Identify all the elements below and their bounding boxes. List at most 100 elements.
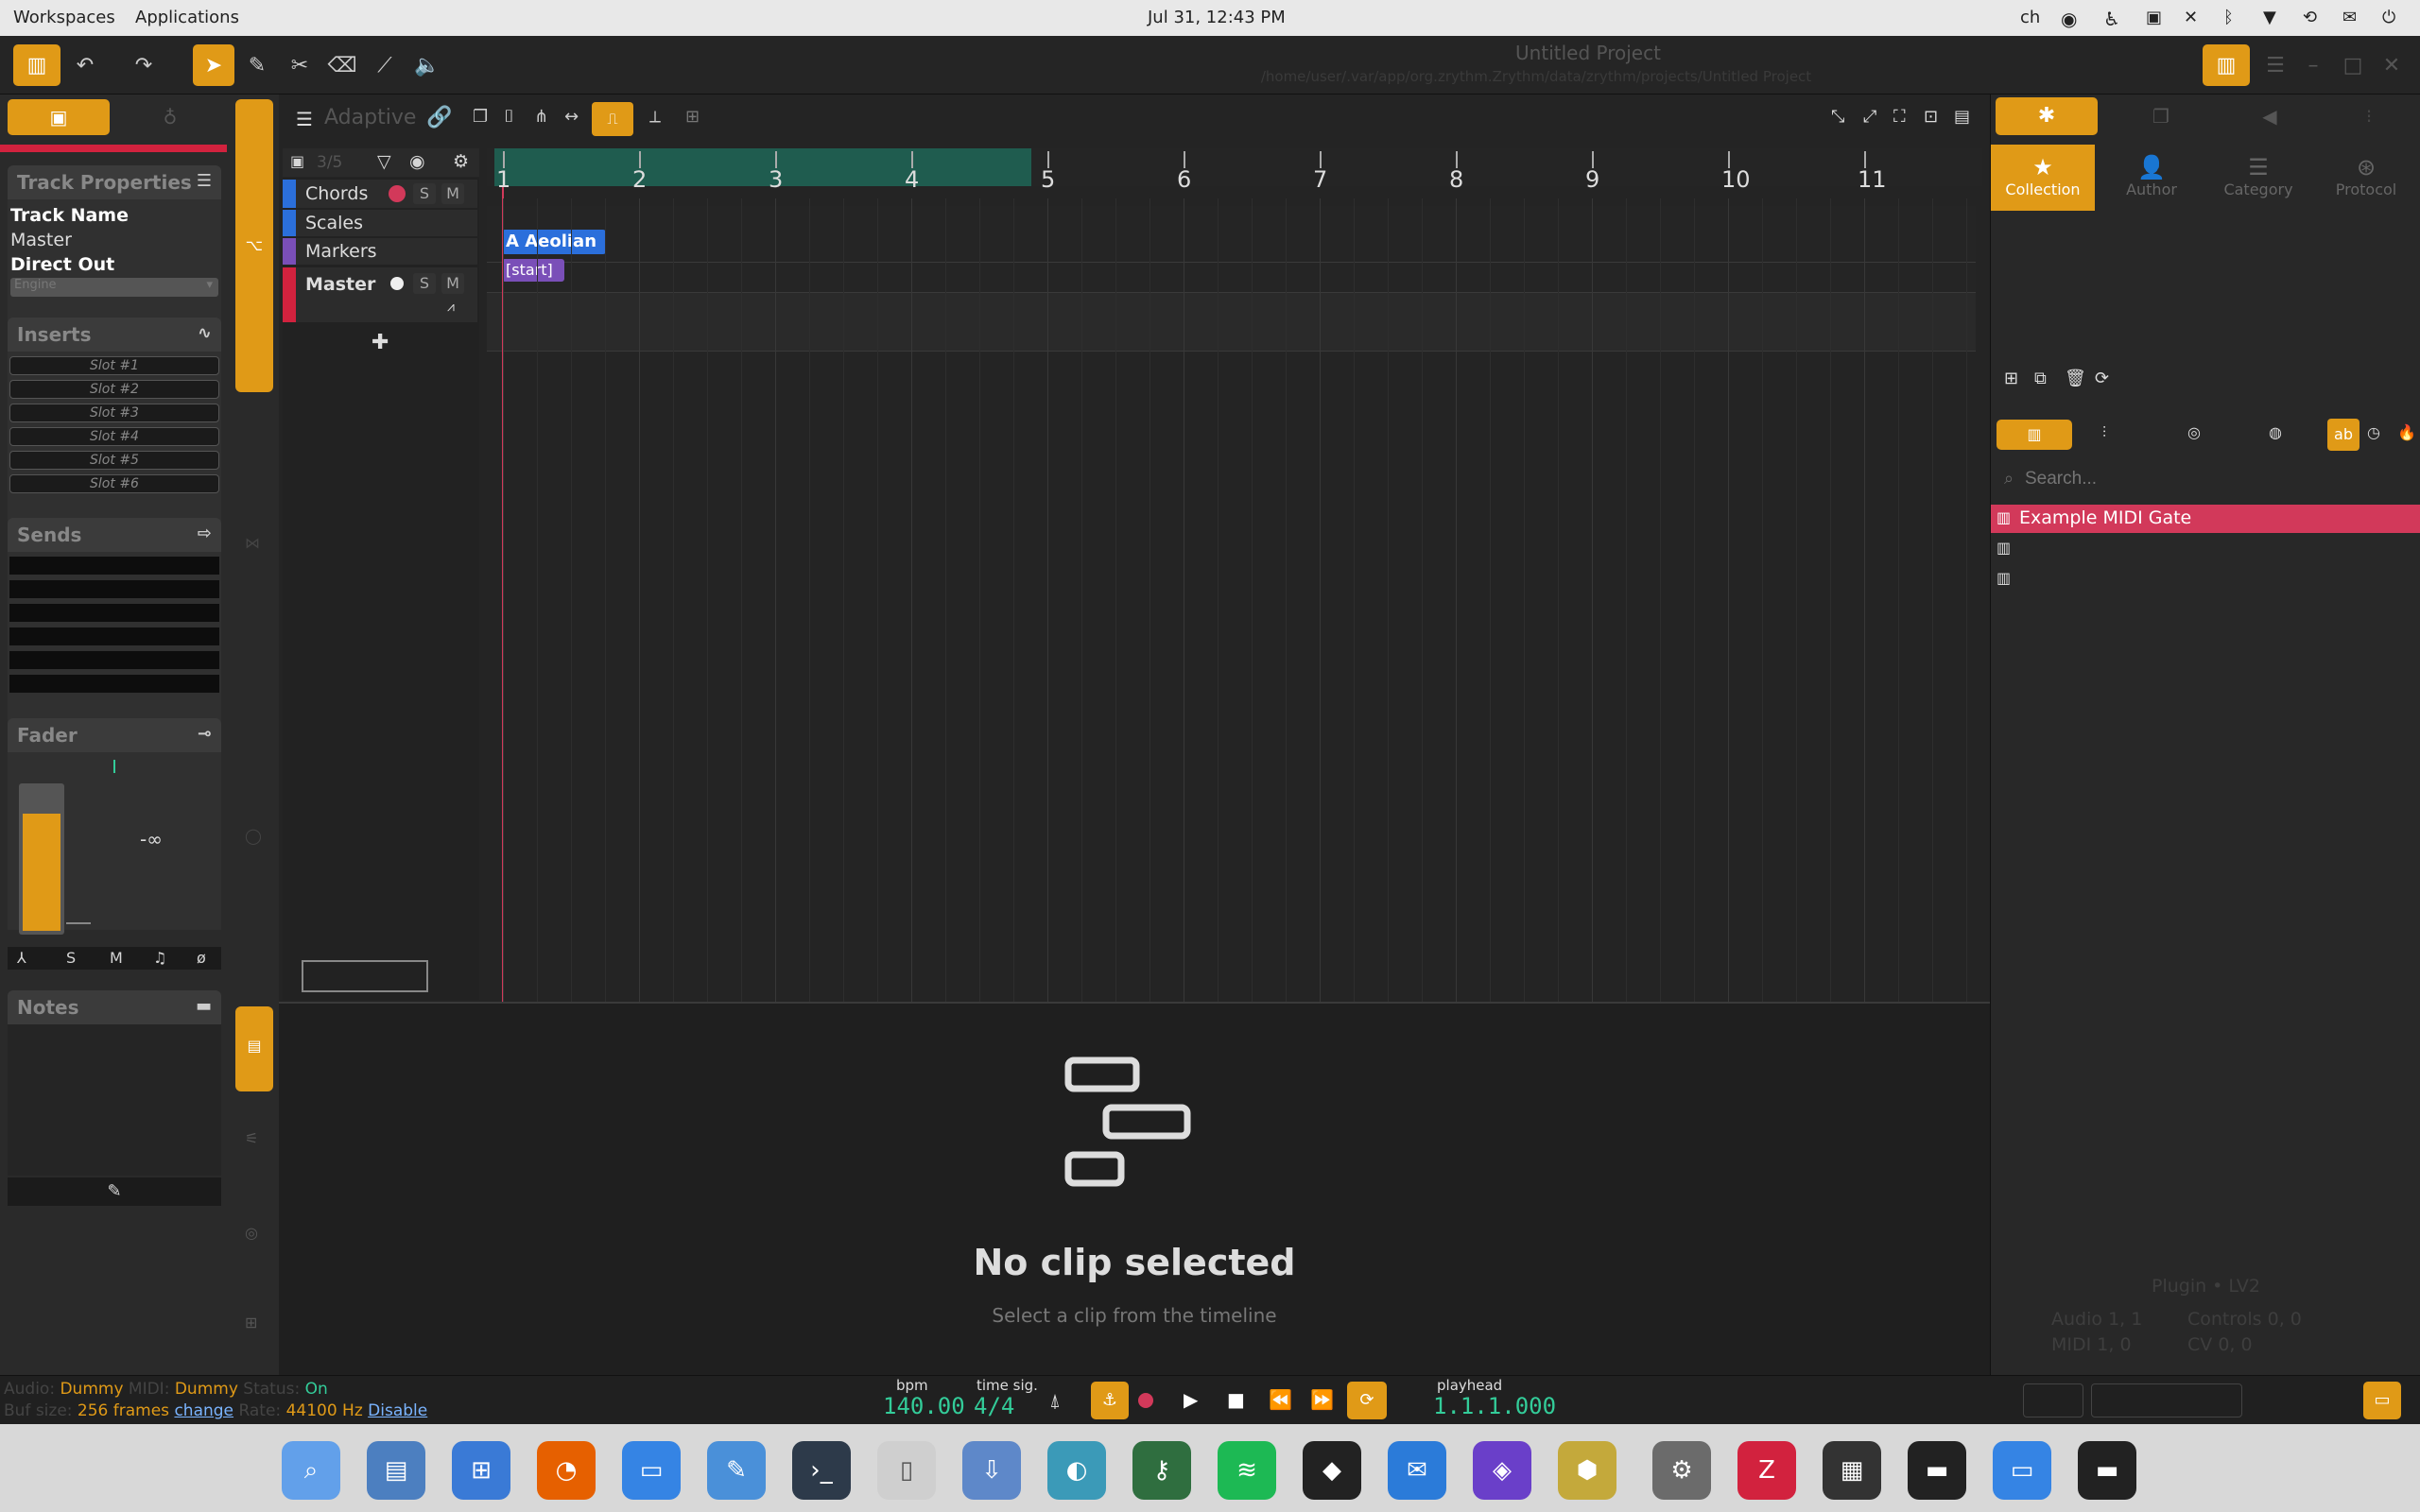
firefox-icon[interactable]: ◔ [537,1441,596,1500]
toggle-bottom-panel-icon[interactable]: ▭ [2363,1382,2401,1419]
add-track-icon[interactable]: ✚ [372,331,389,354]
notifications-muted-icon[interactable]: ✕ [2184,8,2198,27]
power-icon[interactable]: ⏻ [2382,8,2395,27]
tab-protocol[interactable]: ⊛ Protocol [2314,145,2418,211]
playhead-display[interactable]: 1.1.1.000 [1433,1393,1556,1419]
track-inspector-tab-icon[interactable]: ▣ [8,99,110,135]
track-name-value[interactable]: Master [10,230,72,250]
applications-menu[interactable]: Applications [135,8,239,27]
automation-icon[interactable]: ⩘ [447,300,455,315]
insert-slot[interactable]: Slot #1 [9,356,219,375]
eye-icon[interactable]: ◉ [409,151,425,172]
grid-view-icon[interactable]: ⊞ [685,107,700,127]
loop-range[interactable] [494,148,1031,186]
keepassxc-icon[interactable]: ⚷ [1132,1441,1191,1500]
send-slot[interactable] [9,627,219,645]
send-slot[interactable] [9,604,219,622]
document-icon[interactable]: ▯ [877,1441,936,1500]
ruler-icon[interactable]: ⟂ [649,107,661,127]
direct-out-select[interactable]: Engine ▾ [10,278,218,297]
minimap[interactable] [302,960,428,992]
send-slot[interactable] [9,651,219,669]
record-arm-button[interactable]: ⅄ [17,949,26,967]
redo-icon[interactable]: ↷ [123,44,164,86]
pan-indicator[interactable] [113,760,115,773]
text-view-icon[interactable]: ab [2327,419,2360,451]
filter-icon[interactable]: ▽ [377,151,391,172]
edit-notes-button[interactable]: ✎ [8,1177,221,1206]
window-thumbnail-icon[interactable]: ▬ [1908,1441,1966,1500]
rewind-icon[interactable]: ⏪ [1269,1388,1292,1411]
record-button[interactable] [1138,1393,1153,1408]
monitor-tab-icon[interactable]: ◀ [2222,97,2317,135]
app-grid-icon[interactable]: ⊞ [452,1441,510,1500]
zrythm-icon[interactable]: Z [1737,1441,1796,1500]
cube-app-icon[interactable]: ◆ [1303,1441,1361,1500]
copy-icon[interactable]: ❐ [473,107,488,127]
select-tool-icon[interactable]: ➤ [193,44,234,86]
workspaces-menu[interactable]: Workspaces [13,8,115,27]
ramp-tool-icon[interactable]: ⟋ [364,44,406,86]
window-thumbnail-icon[interactable]: ▭ [1993,1441,2051,1500]
eraser-tool-icon[interactable]: ⌫ [321,44,363,86]
plugin-list-item[interactable]: ▥ [1996,569,2011,587]
disable-engine-link[interactable]: Disable [368,1401,427,1420]
plugin-inspector-tab-icon[interactable]: ♁ [119,99,221,135]
plugin-search-input[interactable] [2025,465,2403,493]
listen-button[interactable]: ♫ [153,949,166,967]
fire-icon[interactable]: 🔥 [2397,423,2416,441]
maximize-icon[interactable]: □ [2332,44,2374,86]
metronome-icon[interactable]: ⍋ [1049,1389,1061,1412]
text-editor-icon[interactable]: ✎ [707,1441,766,1500]
clock-icon[interactable]: ◷ [2367,423,2380,441]
plugin-list-item[interactable]: ▥ Example MIDI Gate [1991,505,2420,533]
solo-button[interactable]: S [413,273,436,294]
zoom-in-icon[interactable]: ⤡ [1831,107,1844,127]
insert-slot[interactable]: Slot #6 [9,474,219,493]
timeline-toggle-icon[interactable]: ⎍ [592,102,633,136]
follow-playhead-icon[interactable]: ⚓ [1091,1382,1129,1419]
link-icon[interactable]: 🔗 [426,106,452,129]
phase-button[interactable]: ø [197,949,206,967]
list-icon[interactable]: ▤ [1954,107,1970,127]
clock[interactable]: Jul 31, 12:43 PM [1148,8,1286,27]
effect-filter-icon[interactable]: ⫶ [2102,423,2106,442]
track-row-master[interactable]: Master S M ⩘ [283,267,477,322]
tab-category[interactable]: ☰ Category [2206,145,2310,211]
solo-button[interactable]: S [413,183,436,204]
bluetooth-icon[interactable]: ᛒ [2223,8,2234,27]
editor-toggle-icon[interactable]: ▤ [235,1006,273,1091]
send-slot[interactable] [9,557,219,575]
plugin-list-item[interactable]: ▥ [1996,539,2011,557]
time-signature-display[interactable]: 4/4 [974,1393,1014,1419]
stretch-icon[interactable]: ⌷ [504,107,514,127]
marker-region[interactable]: [start] [502,259,564,282]
audition-tool-icon[interactable]: 🔈 [406,44,448,86]
solo-button[interactable]: S [66,949,76,967]
plugin-browser-tab-icon[interactable]: ✱ [1996,97,2098,135]
fader-slider[interactable] [19,783,64,935]
scale-region[interactable]: A Aeolian [502,230,606,254]
merge-icon[interactable]: ⋔ [534,107,548,127]
stop-icon[interactable]: ■ [1227,1388,1245,1411]
bpm-display[interactable]: 140.00 [883,1393,965,1419]
master-lane[interactable] [487,293,1976,352]
tab-author[interactable]: 👤 Author [2100,145,2204,211]
fit-icon[interactable]: ⛶ [1893,107,1906,127]
track-row-markers[interactable]: Markers [283,238,477,265]
send-slot[interactable] [9,675,219,693]
edit-collection-icon[interactable]: ⧉ [2034,369,2047,388]
close-icon[interactable]: ✕ [2371,44,2412,86]
settings-gear-icon[interactable]: ⚙ [453,151,469,172]
workspaces-app-icon[interactable]: ▤ [367,1441,425,1500]
wifi-icon[interactable]: ▼ [2263,8,2276,27]
files-icon[interactable]: ▭ [622,1441,681,1500]
tracklist-toggle-icon[interactable]: ⌥ [235,99,273,392]
window-thumbnail-icon[interactable]: ▦ [1823,1441,1881,1500]
fullscreen-icon[interactable]: ⊡ [1924,107,1938,127]
play-icon[interactable]: ▶ [1184,1388,1198,1411]
fast-forward-icon[interactable]: ⏩ [1310,1388,1334,1411]
track-row-chords[interactable]: Chords S M [283,180,477,208]
tab-collection[interactable]: ★ Collection [1991,145,2095,211]
chord-tab-icon[interactable]: ⁝ [2322,97,2416,135]
